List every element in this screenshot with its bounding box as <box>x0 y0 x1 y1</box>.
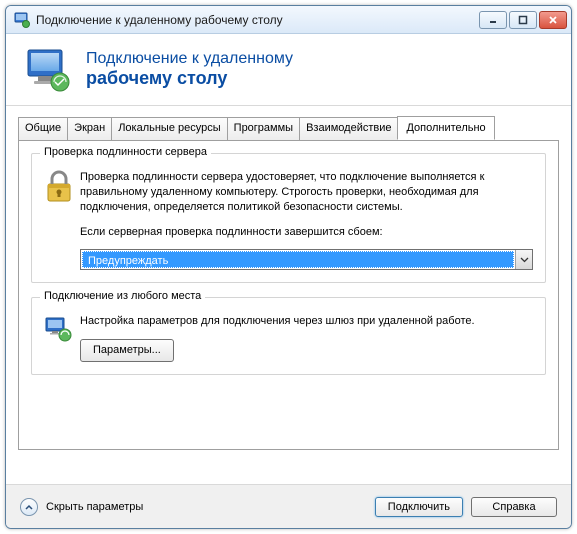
window-controls <box>479 11 567 29</box>
footer-buttons: Подключить Справка <box>375 497 557 517</box>
gateway-icon <box>44 314 80 362</box>
auth-fail-dropdown[interactable]: Предупреждать <box>80 249 533 270</box>
chevron-down-icon[interactable] <box>515 250 532 269</box>
auth-fail-value: Предупреждать <box>82 251 514 268</box>
group-connect-anywhere-content: Настройка параметров для подключения чер… <box>80 314 533 362</box>
group-server-auth-title: Проверка подлинности сервера <box>40 146 211 158</box>
maximize-button[interactable] <box>509 11 537 29</box>
rdp-window: Подключение к удаленному рабочему столу <box>5 5 572 529</box>
app-icon <box>14 12 30 28</box>
header-line2: рабочему столу <box>86 68 293 89</box>
header: Подключение к удаленному рабочему столу <box>6 34 571 106</box>
tab-strip: Общие Экран Локальные ресурсы Программы … <box>18 116 559 140</box>
server-auth-fail-label: Если серверная проверка подлинности заве… <box>80 225 533 240</box>
tab-area: Общие Экран Локальные ресурсы Программы … <box>6 106 571 454</box>
tab-general[interactable]: Общие <box>18 117 68 141</box>
close-button[interactable] <box>539 11 567 29</box>
collapse-options-toggle[interactable]: Скрыть параметры <box>20 498 375 516</box>
gateway-desc: Настройка параметров для подключения чер… <box>80 314 533 329</box>
titlebar[interactable]: Подключение к удаленному рабочему столу <box>6 6 571 34</box>
window-title: Подключение к удаленному рабочему столу <box>36 13 479 27</box>
tab-body-advanced: Проверка подлинности сервера Проверка по… <box>18 140 559 450</box>
rdp-header-icon <box>24 46 72 94</box>
collapse-label: Скрыть параметры <box>46 501 143 513</box>
server-auth-desc: Проверка подлинности сервера удостоверяе… <box>80 170 533 215</box>
header-line1: Подключение к удаленному <box>86 50 293 68</box>
tab-advanced[interactable]: Дополнительно <box>397 116 494 140</box>
footer: Скрыть параметры Подключить Справка <box>6 484 571 528</box>
header-text: Подключение к удаленному рабочему столу <box>86 50 293 89</box>
lock-icon <box>44 170 80 270</box>
gateway-settings-button[interactable]: Параметры... <box>80 339 174 362</box>
group-connect-anywhere-title: Подключение из любого места <box>40 290 205 302</box>
chevron-up-icon <box>20 498 38 516</box>
tab-local-resources[interactable]: Локальные ресурсы <box>111 117 227 141</box>
minimize-button[interactable] <box>479 11 507 29</box>
group-connect-anywhere: Подключение из любого места На <box>31 297 546 375</box>
tab-display[interactable]: Экран <box>67 117 112 141</box>
tab-programs[interactable]: Программы <box>227 117 300 141</box>
group-server-auth-content: Проверка подлинности сервера удостоверяе… <box>80 170 533 270</box>
connect-button[interactable]: Подключить <box>375 497 463 517</box>
tab-experience[interactable]: Взаимодействие <box>299 117 398 141</box>
help-button[interactable]: Справка <box>471 497 557 517</box>
group-server-auth: Проверка подлинности сервера Проверка по… <box>31 153 546 283</box>
